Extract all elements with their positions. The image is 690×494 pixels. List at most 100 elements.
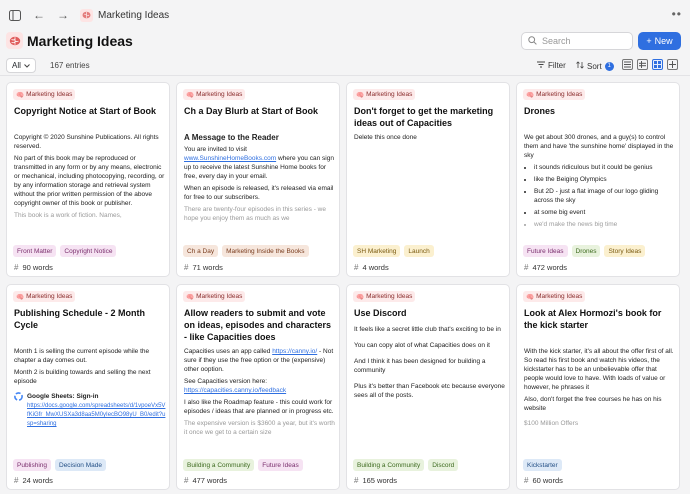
card-ch-a-day-blurb[interactable]: 🧠 Marketing Ideas Ch a Day Blurb at Start… (176, 82, 340, 277)
tag-list: Building a Community Discord (353, 459, 459, 471)
chevron-down-icon (24, 61, 30, 70)
tag[interactable]: Future Ideas (258, 459, 303, 471)
tag[interactable]: Drones (571, 245, 601, 257)
breadcrumb[interactable]: Marketing Ideas (80, 8, 169, 22)
card-copyright-notice[interactable]: 🧠 Marketing Ideas Copyright Notice at Sta… (6, 82, 170, 277)
card-text-part: You are invited to visit (184, 146, 247, 153)
tag[interactable]: Building a Community (183, 459, 255, 471)
grid-view-icon[interactable] (652, 59, 663, 70)
tag-list: Publishing Decision Made (13, 459, 106, 471)
tag[interactable]: Future Ideas (523, 245, 568, 257)
forward-button[interactable]: → (56, 8, 70, 22)
brain-icon (6, 32, 23, 49)
fade-overlay (7, 224, 169, 238)
tag[interactable]: Launch (404, 245, 434, 257)
card-text-part: See Capacities version here: (184, 378, 268, 385)
tag[interactable]: Marketing Inside the Books (222, 245, 309, 257)
card-title: Look at Alex Hormozi's book for the kick… (524, 308, 662, 330)
entries-filter-select[interactable]: All (6, 58, 36, 73)
card-drones[interactable]: 🧠 Marketing Ideas Drones We get about 300… (516, 82, 680, 277)
fade-overlay (177, 224, 339, 238)
tag[interactable]: Copyright Notice (60, 245, 117, 257)
card-body: Month 1 is selling the current episode w… (14, 347, 166, 428)
tag-list: Ch a Day Marketing Inside the Books (183, 245, 309, 257)
type-tag-label: Marketing Ideas (196, 91, 243, 98)
tag[interactable]: Discord (428, 459, 459, 471)
tag[interactable]: Decision Made (55, 459, 106, 471)
card-alex-hormozi[interactable]: 🧠 Marketing Ideas Look at Alex Hormozi's … (516, 284, 680, 490)
type-tag-label: Marketing Ideas (366, 91, 413, 98)
card-publishing-schedule[interactable]: 🧠 Marketing Ideas Publishing Schedule - 2… (6, 284, 170, 490)
type-tag-label: Marketing Ideas (366, 293, 413, 300)
new-button[interactable]: + New (638, 32, 681, 50)
type-tag-label: Marketing Ideas (536, 293, 583, 300)
board-view-icon[interactable] (667, 59, 678, 70)
hash-icon: # (14, 263, 19, 272)
word-count: #4 words (354, 263, 389, 272)
card-marketing-ideas-out[interactable]: 🧠 Marketing Ideas Don't forget to get the… (346, 82, 510, 277)
card-title: Copyright Notice at Start of Book (14, 106, 157, 116)
tag-list: SH Marketing Launch (353, 245, 434, 257)
brain-icon: 🧠 (526, 91, 535, 99)
brain-icon: 🧠 (356, 293, 365, 301)
word-count-value: 472 words (532, 263, 568, 272)
search-box[interactable] (521, 32, 633, 50)
word-count-value: 165 words (362, 476, 398, 485)
word-count-value: 60 words (532, 476, 563, 485)
card-text: Copyright © 2020 Sunshine Publications. … (14, 134, 159, 150)
sidebar-toggle-icon[interactable] (8, 8, 22, 22)
tag[interactable]: Building a Community (353, 459, 425, 471)
tag[interactable]: Publishing (13, 459, 51, 471)
brain-icon: 🧠 (356, 91, 365, 99)
card-reader-voting[interactable]: 🧠 Marketing Ideas Allow readers to submit… (176, 284, 340, 490)
hash-icon: # (354, 263, 359, 272)
type-tag-label: Marketing Ideas (26, 91, 73, 98)
hash-icon: # (14, 476, 19, 485)
brain-icon: 🧠 (186, 293, 195, 301)
type-tag: 🧠 Marketing Ideas (13, 291, 76, 302)
tag-list: Kickstarter (523, 459, 562, 471)
entries-filter-value: All (12, 61, 21, 70)
word-count: #71 words (184, 263, 223, 272)
search-input[interactable] (542, 36, 622, 46)
more-icon[interactable]: •• (672, 7, 682, 21)
word-count-value: 71 words (192, 263, 223, 272)
tag[interactable]: Front Matter (13, 245, 57, 257)
tag[interactable]: Ch a Day (183, 245, 219, 257)
table-view-icon[interactable] (637, 59, 648, 70)
tag[interactable]: Kickstarter (523, 459, 562, 471)
fade-overlay (517, 439, 679, 453)
list-item: But 2D - just a flat image of our logo g… (534, 187, 676, 205)
list-item: like the Beiging Olympics (534, 175, 676, 184)
filter-button[interactable]: Filter (537, 61, 566, 70)
tag-list: Building a Community Future Ideas (183, 459, 303, 471)
card-text: Also, don't forget the free courses he h… (524, 396, 662, 412)
sort-icon (576, 61, 584, 71)
back-button[interactable]: ← (32, 8, 46, 22)
word-count: #477 words (184, 476, 227, 485)
plus-icon: + (646, 36, 652, 46)
card-body: Capacities uses an app called https://ca… (184, 347, 336, 451)
feedback-link[interactable]: https://capacities.canny.io/feedback (184, 387, 286, 394)
canny-link[interactable]: https://canny.io/ (272, 348, 317, 355)
card-use-discord[interactable]: 🧠 Marketing Ideas Use Discord It feels li… (346, 284, 510, 490)
type-tag: 🧠 Marketing Ideas (353, 89, 416, 100)
list-view-icon[interactable] (622, 59, 633, 70)
card-text: The expensive version is $3600 a year, b… (184, 420, 335, 436)
card-text: See Capacities version here: https://capa… (184, 377, 336, 395)
spreadsheet-link[interactable]: https://docs.google.com/spreadsheets/d/1… (27, 403, 165, 427)
link-preview[interactable]: Google Sheets: Sign-in https://docs.goog… (14, 392, 166, 428)
sort-button[interactable]: Sort 1 (576, 61, 614, 71)
card-title: Ch a Day Blurb at Start of Book (184, 106, 319, 116)
card-body: Copyright © 2020 Sunshine Publications. … (14, 133, 166, 237)
fade-overlay (517, 224, 679, 238)
sort-count-badge: 1 (604, 61, 614, 71)
card-text: This book is a work of fiction. Names, (14, 212, 122, 219)
type-tag: 🧠 Marketing Ideas (183, 89, 246, 100)
website-link[interactable]: www.SunshineHomeBooks.com (184, 155, 276, 162)
tag[interactable]: Story Ideas (604, 245, 646, 257)
tag[interactable]: SH Marketing (353, 245, 401, 257)
word-count: #24 words (14, 476, 53, 485)
sort-label: Sort (587, 61, 602, 71)
word-count: #165 words (354, 476, 397, 485)
